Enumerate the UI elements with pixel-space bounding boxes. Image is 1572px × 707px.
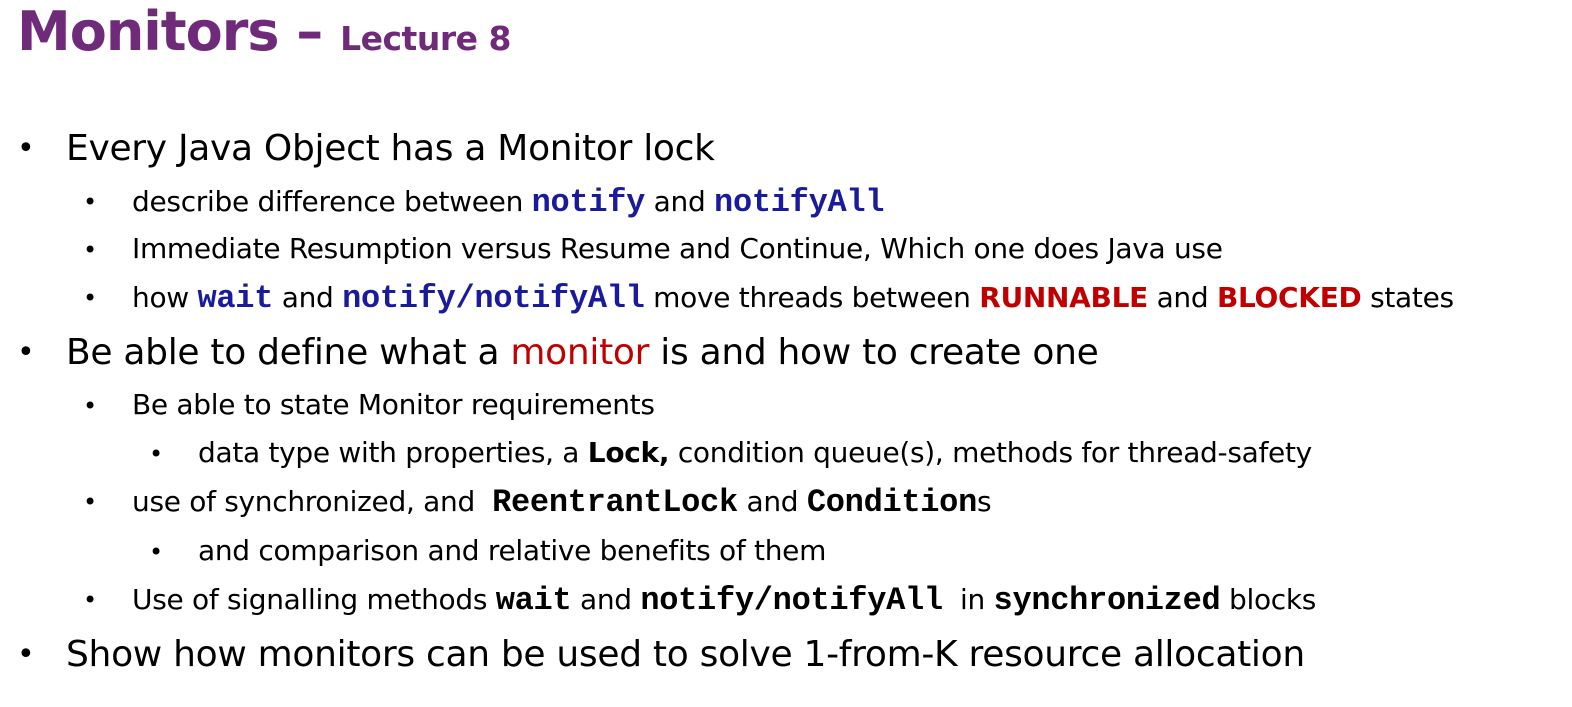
title-subtitle: Lecture 8 [340, 19, 511, 58]
text-segment: condition queue(s), methods for thread-s… [669, 436, 1312, 469]
state-blocked: BLOCKED [1216, 281, 1362, 314]
text-segment: Be able to state Monitor requirements [132, 388, 655, 421]
text-segment: use of synchronized, and [132, 485, 493, 518]
text-segment: data type with properties, a [198, 436, 588, 469]
text-segment: and [737, 485, 807, 518]
text-segment: move threads between [644, 281, 980, 314]
strong-lock: Lock, [587, 436, 670, 469]
subbullet-signalling: Use of signalling methods wait and notif… [132, 582, 1316, 619]
accent-monitor: monitor [510, 332, 650, 373]
title-main: Monitors – [17, 0, 341, 63]
code-condition: Condition [806, 484, 977, 521]
subsubbullet-data-type: data type with properties, a Lock, condi… [198, 436, 1312, 469]
subbullet-monitor-requirements: Be able to state Monitor requirements [132, 388, 655, 421]
code-notifyall: notifyAll [474, 280, 645, 317]
bullet-dot: • [149, 538, 164, 566]
state-runnable: RUNNABLE [979, 281, 1148, 314]
text-segment: how [132, 281, 198, 314]
bullet-dot: • [83, 188, 98, 216]
bullet-dot: • [17, 335, 35, 370]
bullet-dot: • [149, 440, 164, 468]
code-slash: / [753, 582, 773, 619]
text-segment: and [571, 583, 641, 616]
text-segment: and [1147, 281, 1217, 314]
text-segment: Use of signalling methods [132, 583, 496, 616]
text-segment: describe difference between [132, 185, 532, 218]
subbullet-resumption: Immediate Resumption versus Resume and C… [132, 232, 1223, 265]
text-segment: states [1361, 281, 1454, 314]
bullet-text: Show how monitors can be used to solve 1… [66, 634, 1305, 675]
text-segment: and [645, 185, 715, 218]
code-notifyall: notifyAll [714, 184, 885, 221]
code-notify: notify [342, 280, 456, 317]
code-wait: wait [197, 280, 274, 317]
bullet-dot: • [83, 392, 98, 420]
text-segment: in [942, 583, 994, 616]
subbullet-notify-difference: describe difference between notify and n… [132, 184, 884, 221]
text-segment: and comparison and relative benefits of … [198, 534, 827, 567]
bullet-text: Every Java Object has a Monitor lock [66, 128, 715, 169]
text-segment: and [273, 281, 343, 314]
code-reentrantlock: ReentrantLock [492, 484, 738, 521]
code-notify: notify [531, 184, 646, 221]
code-notifyall: notifyAll [772, 582, 943, 619]
code-notify: notify [640, 582, 754, 619]
subbullet-synchronized: use of synchronized, and ReentrantLock a… [132, 484, 992, 521]
bullet-dot: • [17, 131, 35, 166]
code-wait: wait [495, 582, 572, 619]
subbullet-thread-states: how wait and notify/notifyAll move threa… [132, 280, 1454, 317]
bullet-dot: • [83, 586, 98, 614]
bullet-java-monitor-lock: Every Java Object has a Monitor lock [66, 128, 715, 169]
bullet-define-monitor: Be able to define what a monitor is and … [66, 332, 1099, 373]
slide-title: Monitors – Lecture 8 [17, 0, 511, 71]
text-segment: s [977, 485, 992, 518]
bullet-dot: • [83, 236, 98, 264]
text-segment: Immediate Resumption versus Resume and C… [132, 232, 1223, 265]
bullet-dot: • [17, 637, 35, 672]
text-segment: is and how to create one [649, 332, 1099, 373]
bullet-dot: • [83, 488, 98, 516]
bullet-dot: • [83, 284, 98, 312]
code-slash: / [455, 280, 475, 317]
text-segment: blocks [1220, 583, 1317, 616]
text-segment: Be able to define what a [66, 332, 511, 373]
subsubbullet-comparison: and comparison and relative benefits of … [198, 534, 826, 567]
code-synchronized: synchronized [993, 582, 1221, 619]
bullet-1-from-k: Show how monitors can be used to solve 1… [66, 634, 1305, 675]
